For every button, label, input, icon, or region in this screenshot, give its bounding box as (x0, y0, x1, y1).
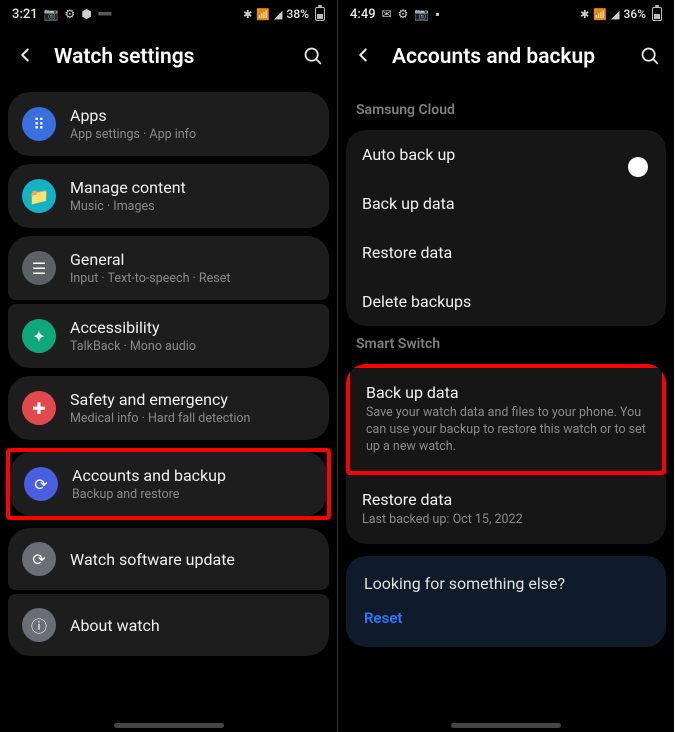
section-heading-smart-switch: Smart Switch (338, 326, 674, 364)
status-notif-icon: ⬢ (81, 7, 91, 21)
item-sub: Medical info · Hard fall detection (70, 411, 250, 426)
group-smart-switch: Back up data Save your watch data and fi… (346, 364, 666, 544)
signal-icon: ◢ (611, 8, 619, 21)
status-notif-icon: ✉ (382, 7, 392, 21)
wifi-icon: 📶 (593, 8, 607, 21)
update-icon: ⟳ (22, 542, 56, 576)
row-auto-backup[interactable]: Auto back up (346, 130, 666, 179)
emergency-icon: ✚ (22, 391, 56, 425)
status-notif-icon: ➖ (98, 7, 113, 21)
search-icon[interactable] (302, 45, 323, 70)
item-sub: TalkBack · Mono audio (70, 339, 196, 354)
battery-icon (652, 7, 662, 21)
row-sub: Save your watch data and files to your p… (366, 405, 646, 456)
row-delete-backups[interactable]: Delete backups (346, 277, 666, 326)
item-label: General (70, 250, 230, 269)
bluetooth-icon: ✱ (243, 8, 252, 21)
item-label: Accounts and backup (72, 466, 226, 485)
status-notif-icon: 📷 (414, 7, 429, 21)
section-heading-samsung-cloud: Samsung Cloud (338, 92, 674, 130)
status-notif-icon: 📷 (44, 7, 59, 21)
item-sub: Backup and restore (72, 487, 226, 502)
item-sub: Music · Images (70, 199, 186, 214)
signal-icon: ◢ (274, 8, 282, 21)
item-label: Watch software update (70, 550, 235, 569)
phone-accounts-backup: 4:49 ✉ ⚙ 📷 ▪ ✱ 📶 ◢ 36% Accounts and back… (337, 0, 674, 732)
nav-pill[interactable] (451, 723, 561, 728)
item-label: Apps (70, 106, 196, 125)
battery-text: 38% (287, 7, 309, 21)
nav-pill[interactable] (114, 723, 224, 728)
battery-text: 36% (624, 7, 646, 21)
item-sub: App settings · App info (70, 127, 196, 142)
row-ss-backup[interactable]: Back up data Save your watch data and fi… (350, 368, 662, 471)
status-notif-icon: ▪ (435, 7, 439, 21)
phone-watch-settings: 3:21 📷 ⚙ ⬢ ➖ ✱ 📶 ◢ 38% Watch settings ⠿ … (0, 0, 337, 732)
row-label: Delete backups (362, 292, 650, 311)
group-samsung-cloud: Auto back up Back up data Restore data D… (346, 130, 666, 326)
battery-icon (315, 7, 325, 21)
apps-icon: ⠿ (22, 107, 56, 141)
item-general[interactable]: ☰ General Input · Text-to-speech · Reset (8, 236, 329, 300)
item-about[interactable]: ⓘ About watch (8, 594, 329, 656)
item-label: Safety and emergency (70, 390, 250, 409)
tip-reset-link[interactable]: Reset (364, 609, 648, 627)
highlight-backup-data: Back up data Save your watch data and fi… (346, 364, 666, 475)
wifi-icon: 📶 (256, 8, 270, 21)
item-apps[interactable]: ⠿ Apps App settings · App info (8, 92, 329, 156)
accessibility-icon: ✦ (22, 319, 56, 353)
row-label: Back up data (366, 383, 646, 402)
status-notif-icon: ⚙ (65, 7, 76, 21)
page-title: Accounts and backup (392, 45, 621, 69)
back-icon[interactable] (352, 44, 374, 70)
sliders-icon: ☰ (22, 251, 56, 285)
search-icon[interactable] (639, 45, 660, 70)
status-bar: 3:21 📷 ⚙ ⬢ ➖ ✱ 📶 ◢ 38% (0, 0, 337, 28)
tip-question: Looking for something else? (364, 574, 648, 593)
item-manage-content[interactable]: 📁 Manage content Music · Images (8, 164, 329, 228)
folder-icon: 📁 (22, 179, 56, 213)
row-label: Auto back up (362, 145, 638, 164)
page-title: Watch settings (54, 45, 284, 69)
item-accessibility[interactable]: ✦ Accessibility TalkBack · Mono audio (8, 304, 329, 368)
row-restore-data[interactable]: Restore data (346, 228, 666, 277)
row-backup-data[interactable]: Back up data (346, 179, 666, 228)
status-bar: 4:49 ✉ ⚙ 📷 ▪ ✱ 📶 ◢ 36% (338, 0, 674, 28)
item-sub: Input · Text-to-speech · Reset (70, 271, 230, 286)
item-software-update[interactable]: ⟳ Watch software update (8, 528, 329, 590)
item-label: Accessibility (70, 318, 196, 337)
status-time: 3:21 (12, 7, 38, 22)
row-label: Back up data (362, 194, 650, 213)
status-time: 4:49 (350, 7, 376, 22)
item-label: Manage content (70, 178, 186, 197)
row-label: Restore data (362, 490, 650, 509)
settings-list: ⠿ Apps App settings · App info 📁 Manage … (0, 92, 337, 656)
sync-icon: ⟳ (24, 467, 58, 501)
row-label: Restore data (362, 243, 650, 262)
highlight-accounts-backup: ⟳ Accounts and backup Backup and restore (6, 448, 331, 520)
item-label: About watch (70, 616, 160, 635)
item-safety[interactable]: ✚ Safety and emergency Medical info · Ha… (8, 376, 329, 440)
info-icon: ⓘ (22, 608, 56, 642)
bluetooth-icon: ✱ (580, 8, 589, 21)
item-accounts-backup[interactable]: ⟳ Accounts and backup Backup and restore (10, 452, 327, 516)
row-ss-restore[interactable]: Restore data Last backed up: Oct 15, 202… (346, 475, 666, 544)
status-notif-icon: ⚙ (398, 7, 409, 21)
tip-box: Looking for something else? Reset (346, 556, 666, 647)
row-sub: Last backed up: Oct 15, 2022 (362, 512, 650, 529)
back-icon[interactable] (14, 44, 36, 70)
